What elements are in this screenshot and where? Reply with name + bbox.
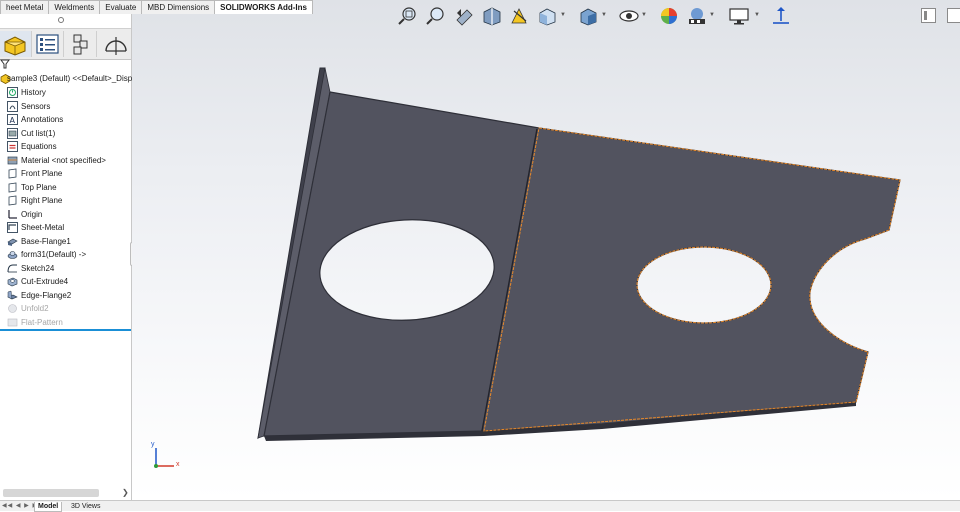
tab-sheet-metal[interactable]: heet Metal bbox=[0, 0, 50, 14]
tree-item-label: Origin bbox=[21, 209, 43, 219]
configuration-manager-icon[interactable] bbox=[65, 31, 97, 57]
command-manager-tabs: heet Metal Weldments Evaluate MBD Dimens… bbox=[0, 0, 313, 14]
view-settings-icon[interactable] bbox=[728, 6, 750, 26]
reference-triad bbox=[154, 448, 174, 468]
rollback-bar[interactable] bbox=[0, 329, 131, 331]
tree-item-label: Right Plane bbox=[21, 196, 63, 205]
hide-show-items-icon[interactable] bbox=[618, 6, 640, 26]
sheet-metal-icon bbox=[7, 222, 18, 233]
edge-flange-icon bbox=[7, 290, 18, 301]
svg-text:A: A bbox=[10, 116, 16, 125]
dimxpert-manager-icon[interactable] bbox=[98, 31, 129, 57]
previous-view-icon[interactable] bbox=[453, 6, 475, 26]
equations-icon bbox=[7, 141, 18, 152]
annotations-icon: A bbox=[7, 114, 18, 125]
property-manager-icon[interactable] bbox=[32, 31, 64, 57]
tree-item-label: Cut list(1) bbox=[21, 128, 56, 138]
material-icon bbox=[7, 155, 18, 166]
tree-item-label: History bbox=[21, 88, 46, 97]
tree-item-label: Front Plane bbox=[21, 169, 63, 178]
display-style-icon[interactable] bbox=[578, 6, 600, 26]
triad-y-label: y bbox=[151, 441, 155, 448]
horizontal-scrollbar[interactable] bbox=[3, 489, 99, 497]
hide-show-dropdown-icon[interactable]: ▼ bbox=[641, 12, 647, 18]
view-orientation-icon[interactable] bbox=[537, 6, 559, 26]
tree-item-label: Unfold2 bbox=[21, 304, 49, 313]
plane-icon bbox=[7, 168, 18, 179]
scroll-right-arrow-icon[interactable]: ❯ bbox=[122, 488, 129, 497]
plane-icon bbox=[7, 182, 18, 193]
restore-panel-icon[interactable] bbox=[921, 8, 936, 23]
bottom-tab-bar: ◀◀ ◀ ▶ ▶▶ Model 3D Views bbox=[0, 500, 960, 512]
zoom-to-fit-icon[interactable] bbox=[397, 6, 419, 26]
dynamic-annotation-icon[interactable] bbox=[509, 6, 531, 26]
tab-mbd-dimensions[interactable]: MBD Dimensions bbox=[141, 0, 216, 14]
tree-item-label: form31(Default) -> bbox=[21, 250, 87, 259]
tree-item-label: Sheet-Metal bbox=[21, 223, 65, 232]
tab-solidworks-add-ins[interactable]: SOLIDWORKS Add-Ins bbox=[214, 0, 313, 14]
triad-view-icon[interactable] bbox=[770, 6, 792, 26]
unfold-icon bbox=[7, 303, 18, 314]
tab-weldments[interactable]: Weldments bbox=[48, 0, 101, 14]
tree-item-label: Sensors bbox=[21, 101, 51, 111]
tree-item-label: Flat-Pattern bbox=[21, 317, 63, 327]
view-orientation-dropdown-icon[interactable]: ▼ bbox=[560, 12, 566, 18]
edit-appearance-icon[interactable] bbox=[658, 6, 680, 26]
filter-icon[interactable] bbox=[0, 59, 10, 69]
panel-collapse-grip[interactable] bbox=[58, 17, 64, 23]
plane-icon bbox=[7, 195, 18, 206]
history-icon bbox=[7, 87, 18, 98]
tab-model[interactable]: Model bbox=[34, 502, 63, 512]
tree-item-label: Cut-Extrude4 bbox=[21, 277, 69, 286]
manager-pane-tabs bbox=[0, 28, 131, 60]
tree-item-label: Edge-Flange2 bbox=[21, 290, 72, 300]
main-panel-face bbox=[263, 91, 901, 437]
apply-scene-dropdown-icon[interactable]: ▼ bbox=[709, 12, 715, 18]
flat-pattern-icon bbox=[7, 317, 18, 328]
feature-manager-part-icon[interactable] bbox=[0, 31, 32, 57]
cut-extrude-icon bbox=[7, 276, 18, 287]
tree-item-label: Base-Flange1 bbox=[21, 236, 71, 246]
graphics-area[interactable]: y x ▼ ▼ ▼ ▼ ▼ bbox=[132, 0, 960, 500]
triad-x-label: x bbox=[176, 461, 180, 468]
feature-manager-panel: sample3 (Default) <<Default>_Display His… bbox=[0, 14, 142, 510]
sheet-metal-part[interactable] bbox=[132, 0, 960, 500]
sketch-icon bbox=[7, 263, 18, 274]
display-style-dropdown-icon[interactable]: ▼ bbox=[601, 12, 607, 18]
apply-scene-icon[interactable] bbox=[686, 6, 708, 26]
tree-item-label: Annotations bbox=[21, 115, 64, 124]
maximize-window-icon[interactable] bbox=[947, 8, 960, 23]
forming-tool-icon bbox=[7, 249, 18, 260]
section-view-icon[interactable] bbox=[481, 6, 503, 26]
tree-item-label: Equations bbox=[21, 142, 57, 151]
zoom-to-area-icon[interactable] bbox=[425, 6, 447, 26]
tab-evaluate[interactable]: Evaluate bbox=[99, 0, 143, 14]
tree-item-label: Top Plane bbox=[21, 182, 57, 192]
tree-item-label: Material <not specified> bbox=[21, 155, 106, 165]
sensors-icon bbox=[7, 100, 18, 112]
cut-list-icon bbox=[7, 127, 18, 139]
base-flange-icon bbox=[7, 236, 18, 247]
origin-icon bbox=[7, 209, 18, 220]
view-settings-dropdown-icon[interactable]: ▼ bbox=[754, 12, 760, 18]
tree-item-label: Sketch24 bbox=[21, 263, 55, 273]
tree-root-label: sample3 (Default) <<Default>_Display bbox=[7, 74, 143, 83]
